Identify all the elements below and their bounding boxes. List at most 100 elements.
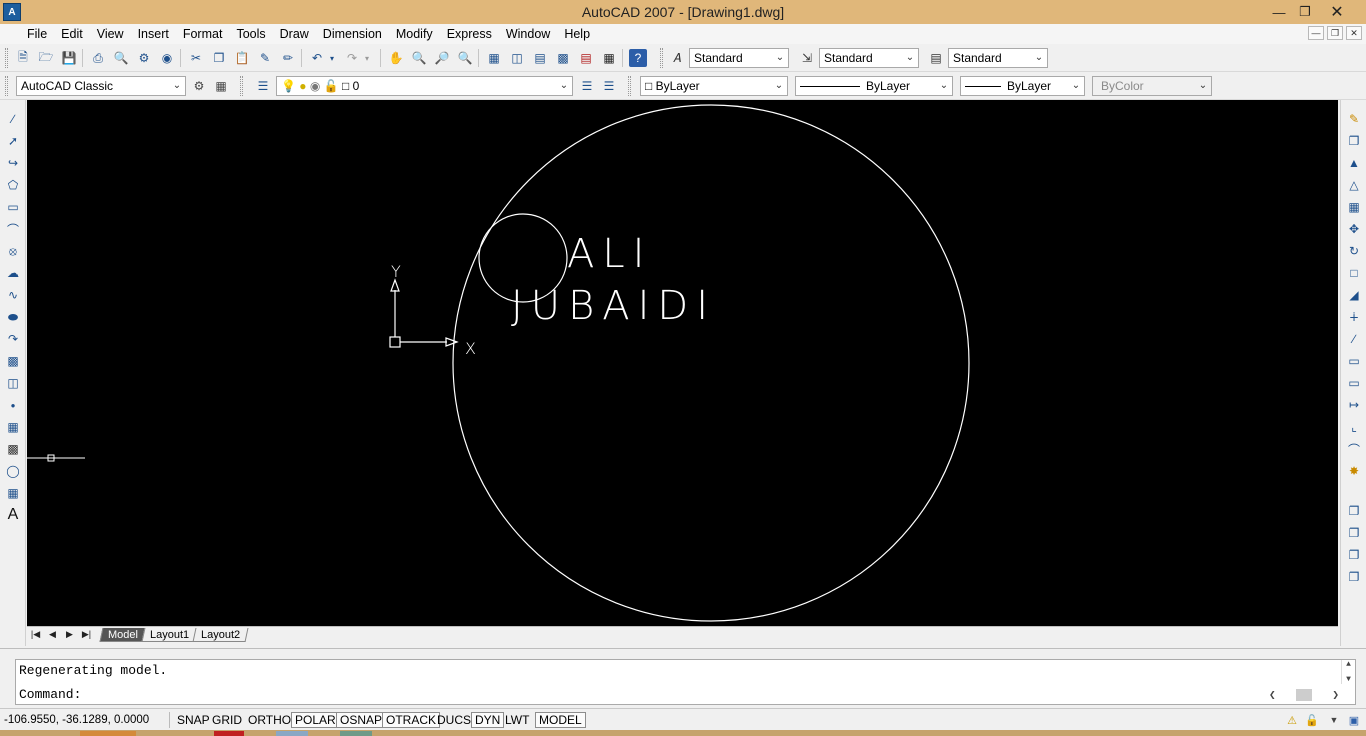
ducs-toggle[interactable]: DUCS [433, 712, 475, 728]
scroll-down-icon[interactable]: ▼ [1346, 675, 1351, 684]
menu-express[interactable]: Express [440, 24, 499, 44]
dyn-toggle[interactable]: DYN [471, 712, 505, 728]
text-style-icon[interactable]: 𝐴 [668, 49, 686, 67]
drawing-text-line2[interactable]: JUBAIDI [511, 286, 716, 326]
command-line[interactable]: Regenerating model. Command: ▲ ▼ ❮ ❯ [15, 659, 1356, 705]
trim-icon[interactable]: ∔ [1345, 308, 1363, 326]
clean-screen-icon[interactable]: ▣ [1346, 712, 1362, 728]
extend-icon[interactable]: ∕ [1345, 330, 1363, 348]
plot-style-control-select[interactable]: ByColor ⌄ [1092, 76, 1212, 96]
status-menu-chevron-down-icon[interactable]: ▼ [1326, 712, 1342, 728]
osnap-toggle[interactable]: OSNAP [336, 712, 387, 728]
zoom-previous-icon[interactable]: 🔍 [456, 49, 474, 67]
next-tab-icon[interactable]: ▶ [61, 628, 78, 642]
coordinate-display[interactable]: -106.9550, -36.1289, 0.0000 [4, 712, 170, 728]
toolbar-grip[interactable] [5, 48, 8, 68]
rotate-icon[interactable]: ↻ [1345, 242, 1363, 260]
scroll-up-icon[interactable]: ▲ [1346, 660, 1351, 669]
fillet-icon[interactable]: ⌒ [1345, 440, 1363, 458]
sheet-set-manager-icon[interactable]: ▩ [554, 49, 572, 67]
match-properties-icon[interactable]: ✎ [256, 49, 274, 67]
ellipse-arc-icon[interactable]: ↷ [4, 330, 22, 348]
toolbar-grip[interactable] [5, 76, 8, 96]
rectangle-icon[interactable]: ▭ [4, 198, 22, 216]
large-circle[interactable] [452, 104, 970, 622]
insert-block-icon[interactable]: ▩ [4, 352, 22, 370]
color-control-select[interactable]: □ ByLayer ⌄ [640, 76, 788, 96]
break-at-point-icon[interactable]: ▭ [1345, 352, 1363, 370]
close-button[interactable]: ✕ [1320, 0, 1354, 24]
command-vertical-scrollbar[interactable]: ▲ ▼ [1341, 660, 1355, 684]
copy-icon[interactable]: ❐ [210, 49, 228, 67]
revision-cloud-icon[interactable]: ☁ [4, 264, 22, 282]
menu-file[interactable]: File [20, 24, 54, 44]
explode-icon[interactable]: ✸ [1345, 462, 1363, 480]
menu-insert[interactable]: Insert [131, 24, 176, 44]
plot-preview-icon[interactable]: 🔍 [112, 49, 130, 67]
array-icon[interactable]: ▦ [1345, 198, 1363, 216]
ellipse-icon[interactable]: ⬬ [4, 308, 22, 326]
text-style-select[interactable]: Standard ⌄ [689, 48, 789, 68]
table-icon[interactable]: ▦ [4, 484, 22, 502]
table-style-select[interactable]: Standard ⌄ [948, 48, 1048, 68]
bring-to-front-icon[interactable]: ❐ [1345, 502, 1363, 520]
layer-properties-manager-icon[interactable]: ☰ [254, 77, 272, 95]
line-icon[interactable]: ∕ [4, 110, 22, 128]
lineweight-control-select[interactable]: ByLayer ⌄ [960, 76, 1085, 96]
otrack-toggle[interactable]: OTRACK [382, 712, 441, 728]
plot-icon[interactable]: ⎙ [89, 49, 107, 67]
scroll-left-icon[interactable]: ❮ [1269, 688, 1276, 702]
make-block-icon[interactable]: ◫ [4, 374, 22, 392]
polygon-icon[interactable]: ⬠ [4, 176, 22, 194]
menu-help[interactable]: Help [557, 24, 597, 44]
my-workspace-icon[interactable]: ▦ [212, 77, 230, 95]
autocad-app-icon[interactable]: A [3, 3, 21, 21]
gradient-icon[interactable]: ▩ [4, 440, 22, 458]
quickcalc-icon[interactable]: ▦ [600, 49, 618, 67]
layer-select[interactable]: 💡 ● ◉ 🔓 □ 0 ⌄ [276, 76, 573, 96]
dimension-style-icon[interactable]: ⇲ [798, 49, 816, 67]
zoom-window-icon[interactable]: 🔎 [433, 49, 451, 67]
multiline-text-icon[interactable]: A [4, 506, 22, 524]
make-object-layer-current-icon[interactable]: ☰ [578, 77, 596, 95]
erase-icon[interactable]: ✎ [1345, 110, 1363, 128]
drawing-text-line1[interactable]: ALI [567, 234, 652, 274]
point-icon[interactable]: ● [4, 396, 22, 414]
menu-edit[interactable]: Edit [54, 24, 90, 44]
bring-above-icon[interactable]: ❐ [1345, 546, 1363, 564]
mirror-icon[interactable]: ▲ [1345, 154, 1363, 172]
layer-previous-icon[interactable]: ☰ [600, 77, 618, 95]
menu-draw[interactable]: Draw [273, 24, 316, 44]
design-center-icon[interactable]: ◫ [508, 49, 526, 67]
properties-icon[interactable]: ▦ [485, 49, 503, 67]
table-style-icon[interactable]: ▤ [927, 49, 945, 67]
lwt-toggle[interactable]: LWT [501, 712, 533, 728]
menu-modify[interactable]: Modify [389, 24, 440, 44]
cut-icon[interactable]: ✂ [187, 49, 205, 67]
redo-icon[interactable]: ↷ [343, 49, 361, 67]
pan-realtime-icon[interactable]: ✋ [387, 49, 405, 67]
join-icon[interactable]: ↦ [1345, 396, 1363, 414]
undo-dropdown-icon[interactable]: ▾ [327, 49, 337, 67]
new-icon[interactable]: 🗎 [14, 49, 32, 67]
offset-icon[interactable]: △ [1345, 176, 1363, 194]
toolbar-grip[interactable] [660, 48, 663, 68]
region-icon[interactable]: ◯ [4, 462, 22, 480]
workspace-select[interactable]: AutoCAD Classic ⌄ [16, 76, 186, 96]
last-tab-icon[interactable]: ▶| [78, 628, 95, 642]
toolbar-lock-icon[interactable]: 🔓 [1304, 712, 1320, 728]
doc-close-button[interactable]: ✕ [1346, 26, 1362, 40]
grid-toggle[interactable]: GRID [208, 712, 246, 728]
first-tab-icon[interactable]: |◀ [27, 628, 44, 642]
command-horizontal-scrollbar[interactable]: ❮ ❯ [1269, 688, 1339, 702]
tab-layout2[interactable]: Layout2 [192, 627, 249, 642]
markup-set-manager-icon[interactable]: ▤ [577, 49, 595, 67]
taskbar-app-button[interactable] [214, 731, 244, 736]
block-editor-icon[interactable]: ✏ [279, 49, 297, 67]
arc-icon[interactable]: ⌒ [4, 220, 22, 238]
command-prompt[interactable]: Command: [19, 686, 81, 704]
paste-icon[interactable]: 📋 [233, 49, 251, 67]
construction-line-icon[interactable]: ➚ [4, 132, 22, 150]
copy-object-icon[interactable]: ❐ [1345, 132, 1363, 150]
dimension-style-select[interactable]: Standard ⌄ [819, 48, 919, 68]
